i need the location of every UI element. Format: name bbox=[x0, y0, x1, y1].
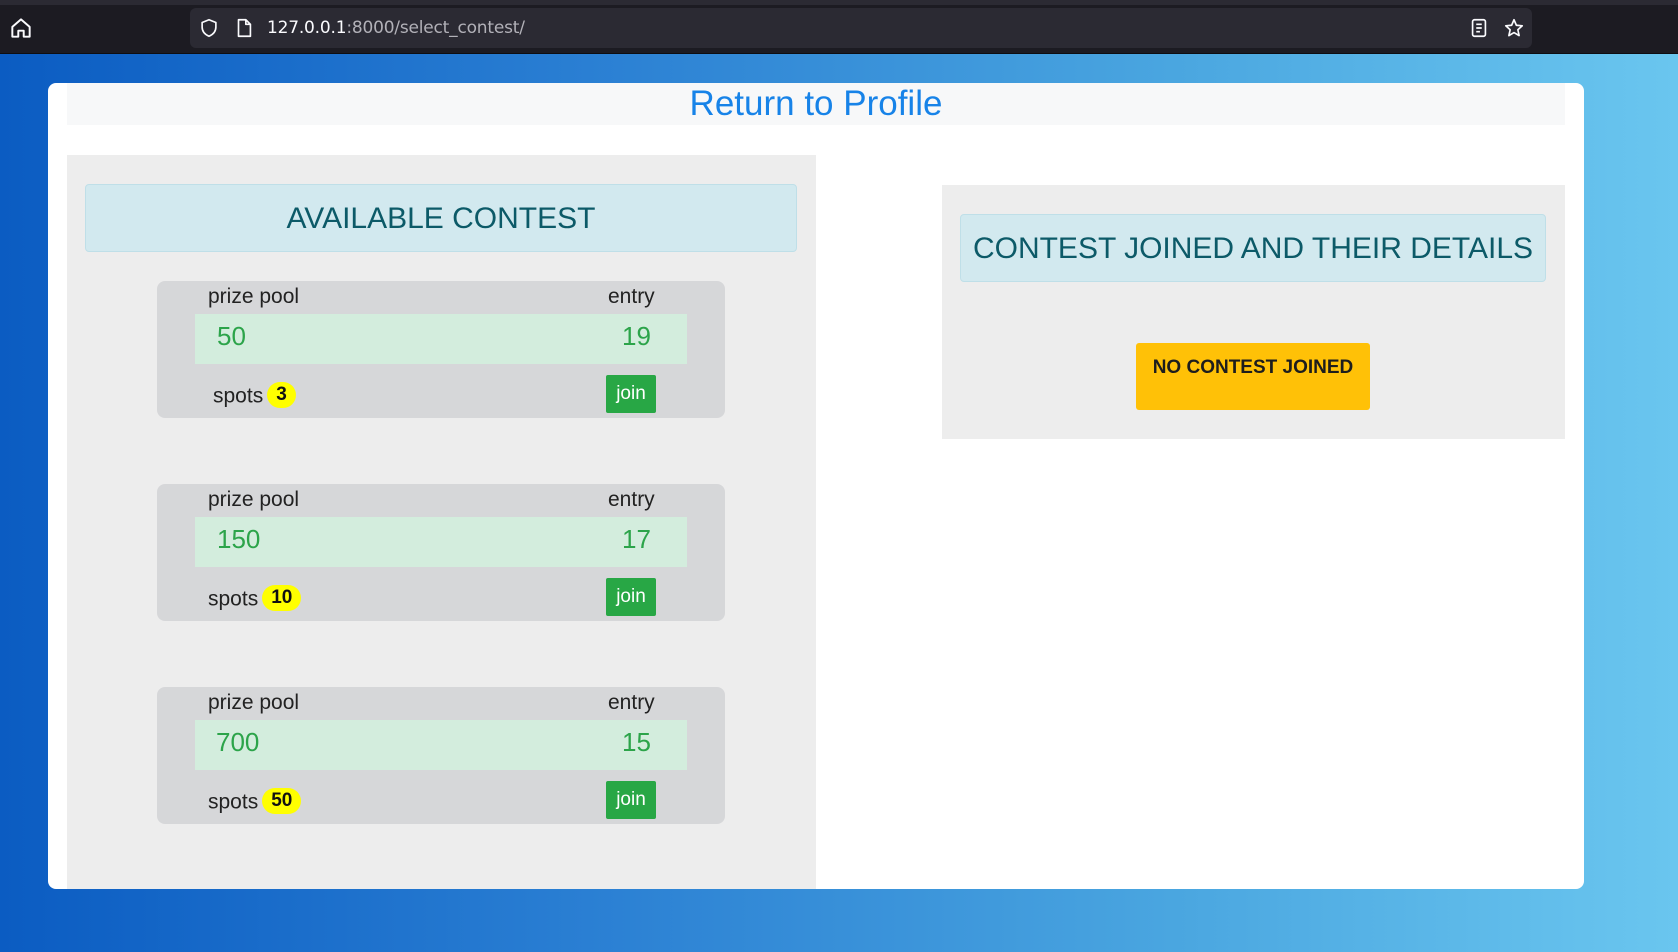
entry-value: 15 bbox=[622, 727, 651, 757]
page-icon[interactable] bbox=[233, 17, 255, 39]
spots-label: spots bbox=[208, 587, 259, 611]
contest-card: prize pool entry 150 17 spots 10 join bbox=[157, 484, 725, 621]
entry-value: 19 bbox=[622, 321, 651, 351]
bookmark-star-icon[interactable] bbox=[1503, 17, 1525, 39]
no-contest-joined-button[interactable]: NO CONTEST JOINED bbox=[1136, 343, 1370, 410]
contest-card: prize pool entry 50 19 spots 3 join bbox=[157, 281, 725, 418]
contest-values-row: 700 15 bbox=[195, 720, 687, 770]
url-host: 127.0.0.1 bbox=[267, 18, 347, 38]
spots: spots 10 bbox=[208, 585, 302, 613]
reader-view-icon[interactable] bbox=[1468, 17, 1490, 39]
prize-pool-value: 700 bbox=[216, 727, 260, 757]
spots: spots 3 bbox=[213, 382, 296, 410]
available-contest-panel: AVAILABLE CONTEST prize pool entry 50 19… bbox=[67, 155, 816, 889]
return-to-profile-link[interactable]: Return to Profile bbox=[690, 84, 943, 124]
available-contest-heading: AVAILABLE CONTEST bbox=[85, 184, 797, 252]
entry-label: entry bbox=[608, 285, 655, 308]
address-bar[interactable]: 127.0.0.1:8000/select_contest/ bbox=[190, 8, 1532, 48]
join-button[interactable]: join bbox=[606, 578, 656, 616]
contest-card: prize pool entry 700 15 spots 50 join bbox=[157, 687, 725, 824]
contest-values-row: 50 19 bbox=[195, 314, 687, 364]
home-icon[interactable] bbox=[8, 15, 34, 41]
shield-icon[interactable] bbox=[198, 17, 220, 39]
prize-pool-label: prize pool bbox=[208, 691, 300, 714]
join-button[interactable]: join bbox=[606, 781, 656, 819]
entry-label: entry bbox=[608, 488, 655, 511]
spots-label: spots bbox=[213, 384, 264, 408]
join-button[interactable]: join bbox=[606, 375, 656, 413]
spots-badge: 3 bbox=[267, 382, 296, 408]
prize-pool-value: 50 bbox=[217, 321, 246, 351]
prize-pool-label: prize pool bbox=[208, 488, 300, 511]
spots: spots 50 bbox=[208, 788, 302, 816]
spots-badge: 10 bbox=[262, 585, 302, 611]
main-card: Return to Profile AVAILABLE CONTEST priz… bbox=[48, 83, 1584, 889]
tab-strip bbox=[0, 0, 1678, 5]
spots-label: spots bbox=[208, 790, 259, 814]
joined-contest-panel: CONTEST JOINED AND THEIR DETAILS NO CONT… bbox=[942, 185, 1565, 439]
spots-badge: 50 bbox=[262, 788, 302, 814]
top-nav: Return to Profile bbox=[67, 83, 1565, 125]
contest-values-row: 150 17 bbox=[195, 517, 687, 567]
url-path: :8000/select_contest/ bbox=[346, 18, 525, 38]
prize-pool-value: 150 bbox=[217, 524, 261, 554]
entry-value: 17 bbox=[622, 524, 651, 554]
browser-toolbar: 127.0.0.1:8000/select_contest/ bbox=[0, 0, 1678, 54]
entry-label: entry bbox=[608, 691, 655, 714]
joined-contest-heading: CONTEST JOINED AND THEIR DETAILS bbox=[960, 214, 1546, 282]
url-text[interactable]: 127.0.0.1:8000/select_contest/ bbox=[267, 18, 525, 38]
prize-pool-label: prize pool bbox=[208, 285, 300, 308]
